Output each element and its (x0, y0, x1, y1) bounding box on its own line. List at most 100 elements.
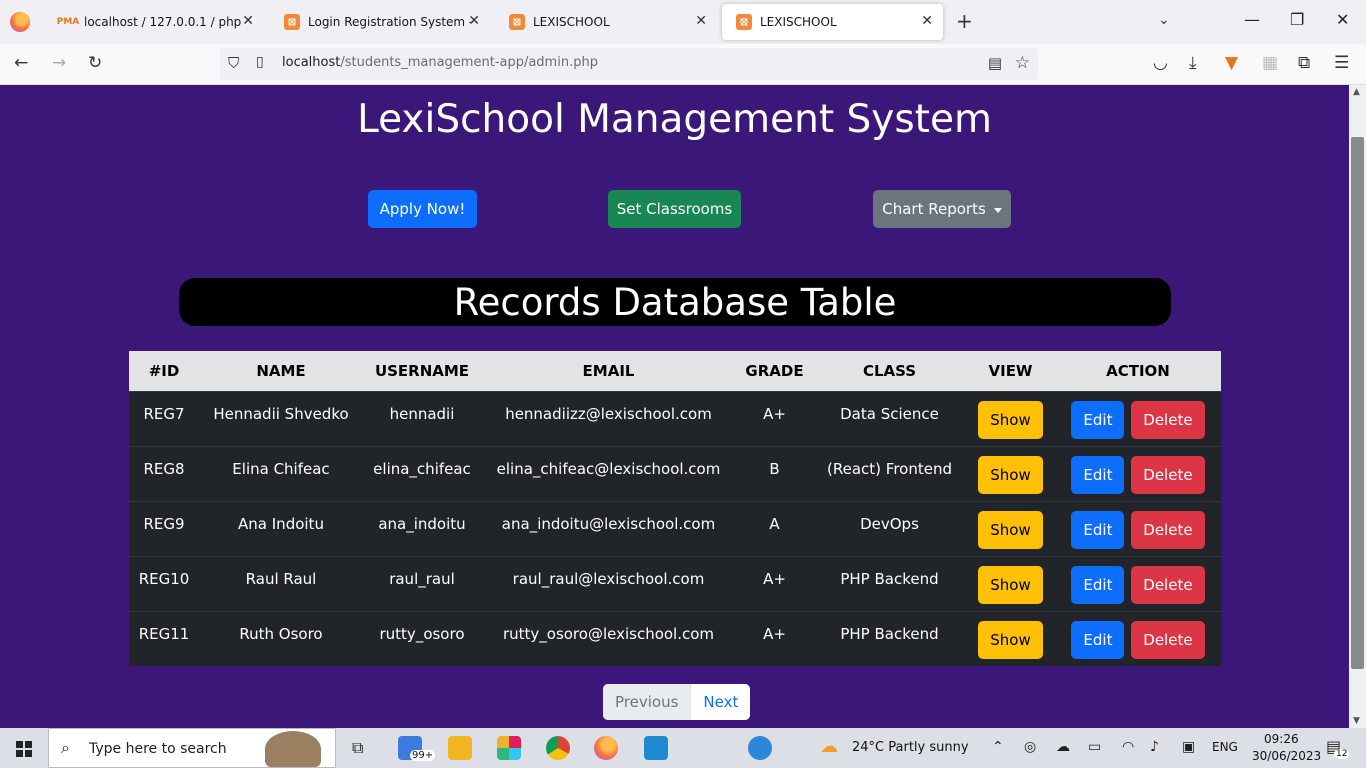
tab-lexischool-active[interactable]: ⊠ LEXISCHOOL ✕ (722, 4, 943, 40)
cell-class: DevOps (813, 500, 966, 556)
cell-name: Elina Chifeac (199, 445, 363, 501)
downloads-icon[interactable]: ⤓ (1189, 53, 1197, 73)
cell-name: Raul Raul (199, 555, 363, 611)
set-classrooms-button[interactable]: Set Classrooms (608, 190, 741, 228)
cell-name: Ruth Osoro (199, 610, 363, 666)
menu-icon[interactable]: ☰ (1334, 53, 1349, 73)
meet-icon[interactable]: ◎ (1024, 739, 1036, 755)
list-tabs-icon[interactable]: ⌄ (1158, 12, 1170, 28)
browser-tab-bar: PMA localhost / 127.0.0.1 / php / user ✕… (0, 0, 1366, 44)
xampp-icon: ⊠ (284, 14, 300, 30)
next-page-button[interactable]: Next (691, 684, 751, 720)
language-indicator[interactable]: ENG (1212, 740, 1238, 754)
pocket-icon[interactable]: ◡ (1153, 53, 1168, 73)
show-button[interactable]: Show (978, 455, 1043, 494)
show-button[interactable]: Show (978, 565, 1043, 604)
mail-badge: 99+ (410, 750, 436, 761)
caret-down-icon (993, 207, 1002, 213)
chevron-up-icon[interactable]: ⌃ (992, 739, 1004, 755)
firefox-taskbar-icon[interactable] (594, 736, 618, 760)
scrollbar-thumb[interactable] (1351, 137, 1364, 669)
phpmyadmin-icon: PMA (56, 17, 80, 27)
cell-id: REG9 (129, 500, 199, 556)
reader-view-icon[interactable]: ▤ (988, 54, 1002, 72)
back-icon[interactable]: ← (14, 53, 28, 73)
chrome-icon[interactable] (546, 736, 570, 760)
delete-button[interactable]: Delete (1131, 510, 1205, 549)
metamask-fox-icon[interactable]: ▼ (1225, 53, 1238, 73)
url-text[interactable]: localhost/students_management-app/admin.… (282, 55, 598, 70)
slack-icon[interactable] (497, 736, 521, 760)
header-view: VIEW (966, 351, 1055, 391)
taskbar-search-box[interactable]: ⌕ Type here to search (48, 728, 336, 768)
new-tab-icon[interactable]: + (956, 9, 973, 33)
restore-icon[interactable]: ❐ (1290, 10, 1304, 29)
cell-view: Show (966, 555, 1055, 611)
page-icon: ▯ (256, 54, 264, 70)
url-bar[interactable]: ⛉ ▯ localhost/students_management-app/ad… (220, 48, 1038, 80)
cell-view: Show (966, 500, 1055, 556)
onedrive-icon[interactable]: ☁ (1056, 739, 1070, 755)
battery-icon[interactable]: ▭ (1088, 739, 1101, 755)
close-tab-icon[interactable]: ✕ (242, 13, 254, 29)
firefox-icon[interactable] (10, 12, 30, 32)
clock-date[interactable]: 30/06/2023 (1252, 749, 1321, 763)
cell-email: ana_indoitu@lexischool.com (481, 500, 736, 556)
tab-lexischool[interactable]: ⊠ LEXISCHOOL ✕ (495, 4, 717, 40)
show-button[interactable]: Show (978, 510, 1043, 549)
volume-icon[interactable]: ♪ (1150, 739, 1159, 755)
reload-icon[interactable]: ↻ (88, 53, 102, 73)
show-button[interactable]: Show (978, 620, 1043, 659)
delete-button[interactable]: Delete (1131, 400, 1205, 439)
bookmark-star-icon[interactable]: ☆ (1015, 53, 1030, 73)
edit-button[interactable]: Edit (1071, 620, 1125, 659)
extensions-puzzle-icon[interactable]: ⧉ (1298, 53, 1310, 73)
vscode-icon[interactable] (644, 736, 668, 760)
delete-button[interactable]: Delete (1131, 620, 1205, 659)
minimize-icon[interactable]: — (1244, 10, 1260, 29)
tab-phpmyadmin[interactable]: PMA localhost / 127.0.0.1 / php / user ✕ (46, 4, 264, 40)
apply-now-button[interactable]: Apply Now! (368, 190, 477, 228)
previous-page-button[interactable]: Previous (603, 684, 692, 720)
help-icon[interactable] (748, 736, 772, 760)
close-tab-icon[interactable]: ✕ (468, 13, 480, 29)
wifi-icon[interactable]: ◠ (1122, 739, 1134, 755)
edit-button[interactable]: Edit (1071, 400, 1125, 439)
cell-grade: B (736, 445, 813, 501)
cell-email: rutty_osoro@lexischool.com (481, 610, 736, 666)
cell-action: Edit Delete (1055, 445, 1221, 501)
tab-login-registration[interactable]: ⊠ Login Registration System - PHP ✕ (270, 4, 490, 40)
cell-class: PHP Backend (813, 610, 966, 666)
cell-grade: A (736, 500, 813, 556)
cell-id: REG7 (129, 390, 199, 446)
weather-icon: ☁ (820, 736, 838, 757)
close-tab-icon[interactable]: ✕ (921, 13, 933, 29)
extension-icon[interactable]: ▦ (1262, 53, 1278, 73)
search-icon: ⌕ (61, 738, 70, 757)
edit-button[interactable]: Edit (1071, 565, 1125, 604)
close-window-icon[interactable]: ✕ (1336, 10, 1349, 29)
header-email: EMAIL (481, 351, 736, 391)
shield-icon[interactable]: ⛉ (228, 54, 239, 72)
clock-time[interactable]: 09:26 (1264, 732, 1299, 746)
file-explorer-icon[interactable] (448, 736, 472, 760)
page-title: LexiSchool Management System (357, 97, 992, 142)
close-tab-icon[interactable]: ✕ (695, 13, 707, 29)
scroll-up-icon[interactable]: ▲ (1353, 87, 1360, 97)
scroll-down-icon[interactable]: ▼ (1353, 716, 1360, 726)
page-scrollbar[interactable]: ▲ ▼ (1349, 85, 1366, 728)
task-view-icon[interactable]: ⧉ (352, 738, 363, 758)
show-button[interactable]: Show (978, 400, 1043, 439)
forward-icon[interactable]: → (52, 53, 66, 73)
windows-start-icon[interactable] (16, 741, 32, 757)
display-icon[interactable]: ▣ (1182, 739, 1195, 755)
windows-taskbar: ⌕ Type here to search ⧉ 99+ ☁ 24°C Partl… (0, 728, 1366, 768)
delete-button[interactable]: Delete (1131, 565, 1205, 604)
chart-reports-dropdown[interactable]: Chart Reports (873, 190, 1011, 228)
delete-button[interactable]: Delete (1131, 455, 1205, 494)
cell-id: REG11 (129, 610, 199, 666)
edit-button[interactable]: Edit (1071, 510, 1125, 549)
weather-text[interactable]: 24°C Partly sunny (852, 740, 969, 755)
cell-name: Ana Indoitu (199, 500, 363, 556)
edit-button[interactable]: Edit (1071, 455, 1125, 494)
